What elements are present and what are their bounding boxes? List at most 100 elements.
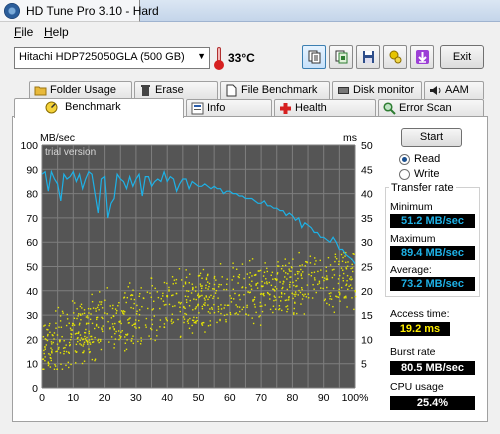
access-time-point [88,330,90,333]
access-time-point [73,317,76,319]
access-time-point [301,264,303,266]
read-radio[interactable]: Read [399,153,479,167]
access-time-point [347,288,349,291]
access-time-point [275,288,278,290]
access-time-point [237,282,239,284]
access-time-point [195,320,197,323]
access-time-point [323,299,326,302]
access-time-point [178,268,181,270]
access-time-point [129,317,131,319]
access-time-point [314,257,316,259]
access-time-point [315,291,317,294]
access-time-point [248,283,251,286]
access-time-point [260,285,263,287]
tab-label: Benchmark [65,101,121,113]
access-time-point [291,292,294,295]
access-time-point [338,291,340,293]
access-time-point [203,303,205,306]
access-time-point [145,326,147,328]
tab-benchmark[interactable]: Benchmark [14,98,184,118]
access-time-point [172,283,174,285]
write-radio[interactable]: Write [399,168,479,182]
access-time-point [81,362,84,365]
access-time-point [101,327,103,329]
access-time-point [132,342,135,345]
access-time-point [50,347,52,349]
access-time-point [159,307,161,310]
access-time-point [276,265,279,267]
access-time-point [51,352,53,354]
access-time-point [201,294,203,297]
access-time-point [250,288,253,290]
access-time-point [318,280,321,283]
y-left-unit-label: MB/sec [40,132,75,144]
y-left-tick-label: 10 [26,359,38,371]
access-time-point [110,336,113,338]
access-time-point [170,320,172,322]
access-time-point [157,296,160,299]
access-time-point [150,338,152,340]
access-time-point [241,263,244,265]
access-time-point [344,255,346,257]
access-time-point [99,340,102,342]
access-time-point [309,255,312,257]
access-time-point [211,308,214,310]
access-time-point [265,278,267,280]
access-time-point [266,283,268,285]
radio-dot[interactable] [399,169,410,180]
start-button[interactable]: Start [401,128,462,147]
access-time-point [75,351,78,353]
radio-dot[interactable] [399,154,410,165]
access-time-point [114,308,117,310]
access-time-point [211,306,213,309]
access-time-point [126,339,128,341]
access-time-point [346,280,348,282]
access-time-point [151,323,154,326]
access-time-point [203,297,206,299]
access-time-point [209,312,211,314]
access-time-point [66,318,69,320]
access-time-point [135,313,138,315]
access-time-point [118,301,120,304]
access-time-point [349,278,351,280]
access-time-point [296,270,299,273]
access-time-point [345,295,347,298]
access-time-point [329,298,331,300]
benchmark-icon [45,101,58,114]
cpu-usage-value: 25.4% [390,396,475,410]
access-time-label: Access time: [390,308,450,320]
access-time-point [198,312,200,314]
access-time-point [107,320,109,323]
access-time-point [109,305,111,307]
access-time-point [351,297,353,299]
access-time-point [71,324,74,327]
access-time-point [168,289,170,291]
x-tick-label: 10 [67,392,79,404]
access-time-point [172,321,175,323]
access-time-point [225,288,228,291]
access-time-point [208,282,211,285]
access-time-point [212,297,214,300]
access-time-point [207,273,209,276]
access-time-point [88,351,91,354]
access-time-point [177,318,179,321]
access-time-point [250,285,252,287]
access-time-point [87,322,90,325]
access-time-point [333,268,335,271]
access-time-point [351,278,353,280]
access-time-point [251,280,253,282]
access-time-point [345,268,348,270]
access-time-point [70,363,72,366]
access-time-point [224,304,226,306]
access-time-point [183,318,186,320]
access-time-point [53,338,55,340]
access-time-point [63,350,65,353]
access-time-point [178,301,180,304]
access-time-point [84,335,86,338]
access-time-point [82,345,84,347]
access-time-point [127,286,130,288]
access-time-point [273,295,275,297]
access-time-point [57,348,60,350]
access-time-point [209,324,212,326]
access-time-point [89,343,92,345]
